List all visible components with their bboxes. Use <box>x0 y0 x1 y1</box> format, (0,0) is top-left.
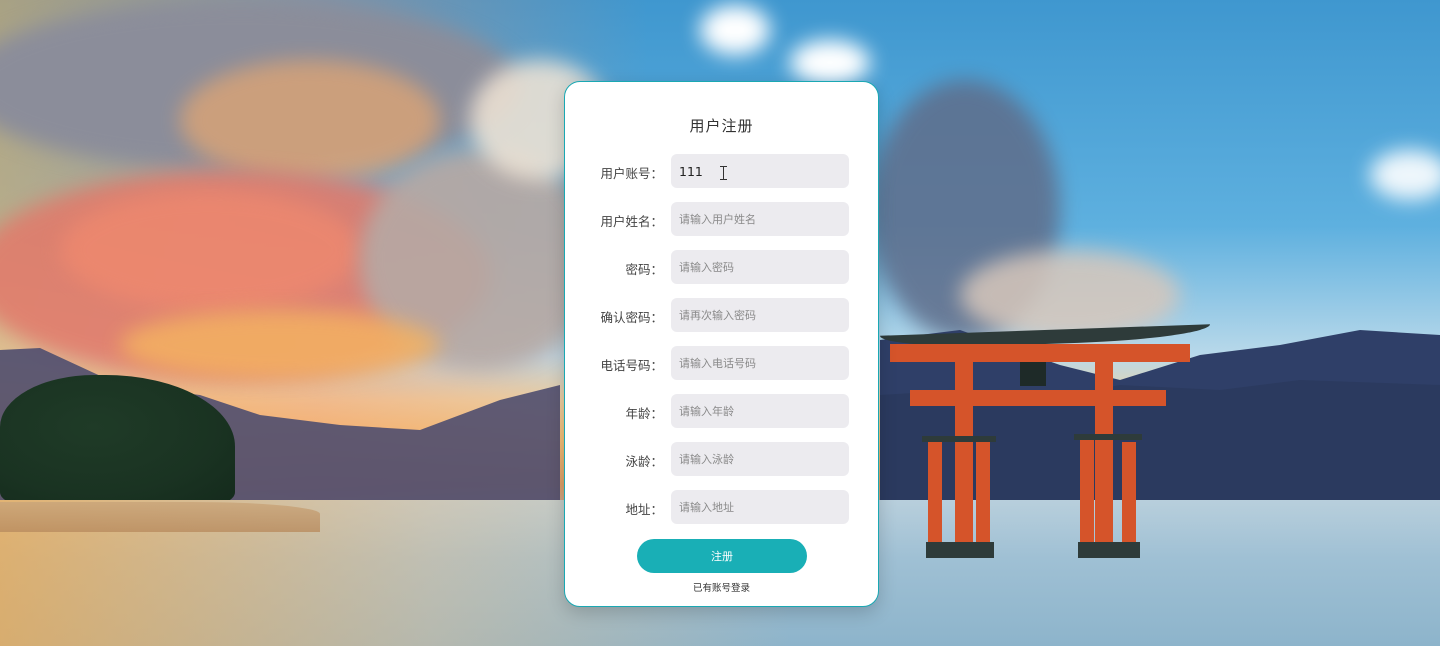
password-input[interactable] <box>671 250 849 284</box>
register-button[interactable]: 注册 <box>637 539 807 573</box>
address-input[interactable] <box>671 490 849 524</box>
confirm-password-input[interactable] <box>671 298 849 332</box>
beach <box>0 502 320 532</box>
form-row-password: 密码： <box>565 250 878 284</box>
form-row-phone: 电话号码： <box>565 346 878 380</box>
form-row-account: 用户账号： <box>565 154 878 188</box>
confirm-password-label: 确认密码： <box>600 310 663 325</box>
address-label: 地址： <box>625 502 663 517</box>
phone-input[interactable] <box>671 346 849 380</box>
swim-years-label: 泳龄： <box>625 454 663 469</box>
account-input[interactable] <box>671 154 849 188</box>
swim-years-input[interactable] <box>671 442 849 476</box>
form-row-address: 地址： <box>565 490 878 524</box>
phone-label: 电话号码： <box>600 358 663 373</box>
password-label: 密码： <box>625 262 663 277</box>
login-link[interactable]: 已有账号登录 <box>565 580 878 594</box>
form-row-username: 用户姓名： <box>565 202 878 236</box>
age-label: 年龄： <box>625 406 663 421</box>
form-row-swim-years: 泳龄： <box>565 442 878 476</box>
age-input[interactable] <box>671 394 849 428</box>
register-card: 用户注册 用户账号： 用户姓名： 密码： 确认密码： 电话号码： 年龄： 泳龄：… <box>564 81 879 607</box>
username-input[interactable] <box>671 202 849 236</box>
form-row-confirm-password: 确认密码： <box>565 298 878 332</box>
account-label: 用户账号： <box>600 166 663 181</box>
username-label: 用户姓名： <box>600 214 663 229</box>
page-title: 用户注册 <box>689 117 754 135</box>
torii-gate <box>870 310 1220 570</box>
form-row-age: 年龄： <box>565 394 878 428</box>
